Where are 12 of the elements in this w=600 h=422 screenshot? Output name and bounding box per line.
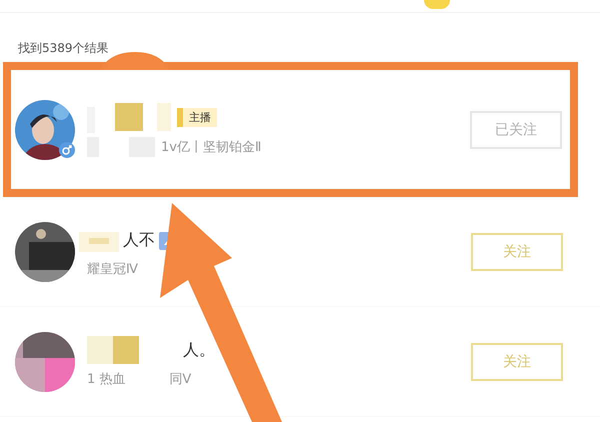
rank-text: 1 热血 [87, 370, 126, 388]
user-name: 人。 [183, 340, 215, 361]
rank-text: 1v亿丨坚韧铂金Ⅱ [161, 138, 262, 156]
user-name: 人不 [123, 230, 155, 251]
follow-button[interactable]: 关注 [471, 342, 563, 380]
rank-text: 同Ⅴ [169, 370, 192, 388]
follow-button[interactable]: 已关注 [470, 110, 562, 148]
results-count: 找到5389个结果 [17, 40, 110, 57]
rank-text: 耀皇冠Ⅳ [87, 260, 138, 278]
anchor-badge: 主播 [177, 108, 217, 127]
blurred-name [87, 336, 139, 366]
follow-button[interactable]: 关注 [471, 232, 563, 270]
